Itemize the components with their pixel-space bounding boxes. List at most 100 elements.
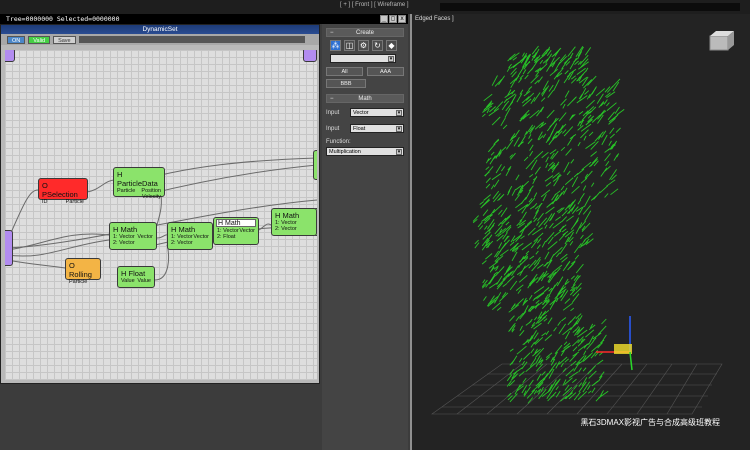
particle-stroke (491, 173, 502, 181)
particle-stroke (575, 222, 583, 234)
category-dropdown[interactable]: ▾ (330, 54, 396, 63)
node-rolling[interactable]: O Rolling Particle (65, 258, 101, 285)
particle-stroke (506, 139, 514, 150)
port-out: Vector (137, 234, 153, 240)
gear-icon[interactable]: ⚙ (358, 40, 369, 51)
wire (6, 259, 66, 269)
particle-stroke (498, 209, 503, 215)
particle-stroke (521, 96, 530, 104)
particle-stroke (503, 98, 508, 104)
node-stub-topright[interactable] (303, 50, 317, 62)
particle-stroke (530, 348, 535, 354)
particle-stroke (601, 130, 607, 138)
particle-stroke (598, 101, 605, 108)
node-graph-canvas[interactable]: O PSelection ID Particle H ParticleData … (5, 50, 317, 380)
function-dropdown[interactable]: Multiplication ▾ (326, 147, 404, 156)
particle-stroke (553, 230, 562, 237)
particle-stroke (571, 293, 580, 303)
particle-stroke (534, 336, 544, 345)
nodes-icon[interactable]: ⁂ (330, 40, 341, 51)
particle-stroke (567, 97, 577, 107)
top-menubar: [ + ] [ Front ] [ Wireframe ] (0, 0, 750, 14)
aaa-button[interactable]: AAA (367, 67, 404, 76)
refresh-icon[interactable]: ↻ (372, 40, 383, 51)
viewport-scene (431, 31, 734, 415)
node-math-2[interactable]: H Math 1: Vector Vector 2: Vector (167, 222, 213, 250)
particle-stroke (587, 385, 591, 390)
node-stub-left[interactable] (5, 230, 13, 266)
particle-stroke (528, 134, 532, 139)
particle-stroke (562, 327, 572, 336)
close-button[interactable]: x (398, 15, 406, 23)
port-particle: Particle (69, 279, 88, 285)
particle-stroke (509, 241, 515, 246)
particle-stroke (570, 275, 575, 280)
particle-stroke (573, 172, 579, 178)
node-particledata[interactable]: H ParticleData Particle Position Velocit… (113, 167, 165, 200)
particle-stroke (522, 211, 527, 219)
particle-stroke (565, 148, 572, 156)
node-math-4[interactable]: H Math 1: Vector 2: Vector (271, 208, 317, 236)
particle-stroke (542, 133, 547, 139)
input1-dropdown[interactable]: Vector ▾ (350, 108, 404, 117)
port-id: ID (42, 199, 48, 205)
particle-stroke (577, 390, 588, 401)
particle-stroke (487, 218, 495, 230)
particle-stroke (609, 127, 615, 134)
save-button[interactable]: Save (53, 35, 76, 44)
particle-stroke (596, 93, 604, 104)
particle-stroke (547, 89, 554, 98)
particle-stroke (546, 63, 552, 72)
particle-stroke (591, 343, 601, 352)
command-panel: − Create ⁂ ◫ ⚙ ↻ ◆ ▾ All AAA BBB − Math … (322, 24, 408, 450)
particle-stroke (587, 114, 592, 119)
wire (154, 244, 169, 281)
particle-stroke (553, 79, 560, 91)
particle-stroke (580, 234, 584, 240)
node-title-edit[interactable]: H Math (216, 219, 256, 227)
node-math-3[interactable]: H Math 1: Vector Vector 2: Float (213, 217, 259, 245)
particle-stroke (483, 194, 491, 201)
particle-stroke (555, 216, 561, 221)
particle-stroke (543, 318, 548, 322)
particle-stroke (603, 99, 608, 105)
particle-stroke (536, 373, 542, 381)
particle-stroke (588, 131, 594, 137)
bbb-button[interactable]: BBB (326, 79, 366, 88)
name-field[interactable] (78, 36, 305, 43)
particle-stroke (500, 117, 506, 127)
create-icon-row: ⁂ ◫ ⚙ ↻ ◆ (322, 37, 408, 54)
maximize-button[interactable]: □ (389, 15, 397, 23)
on-button[interactable]: ON (7, 35, 26, 44)
create-rollout-header[interactable]: − Create (326, 28, 404, 37)
particle-stroke (542, 48, 551, 57)
particle-stroke (610, 140, 618, 150)
particle-stroke (483, 296, 487, 301)
3d-viewport[interactable]: Edged Faces ] 黑石3DMAX影视广告与合成高级班教程 (410, 14, 750, 450)
particle-stroke (582, 110, 589, 117)
particle-stroke (584, 210, 592, 222)
particle-stroke (537, 263, 544, 269)
node-stub-topleft[interactable] (5, 50, 15, 62)
all-button[interactable]: All (326, 67, 363, 76)
minimize-button[interactable]: _ (380, 15, 388, 23)
particle-stroke (506, 67, 511, 72)
math-rollout-header[interactable]: − Math (326, 94, 404, 103)
cube-icon[interactable]: ◆ (386, 40, 397, 51)
valid-button[interactable]: Valid (28, 35, 51, 44)
particle-stroke (582, 185, 587, 191)
particle-stroke (534, 316, 538, 321)
node-stub-right-1[interactable] (313, 150, 317, 180)
particle-stroke (512, 62, 520, 68)
node-float[interactable]: H Float Value Value (117, 266, 155, 288)
node-pselection[interactable]: O PSelection ID Particle (38, 178, 88, 205)
particle-stroke (485, 278, 493, 288)
input2-dropdown[interactable]: Float ▾ (350, 124, 404, 133)
particle-stroke (558, 323, 566, 335)
viewport-label[interactable]: [ + ] [ Front ] [ Wireframe ] (340, 2, 409, 8)
particle-stroke (580, 177, 588, 184)
layout-icon[interactable]: ◫ (344, 40, 355, 51)
particle-stroke (579, 192, 585, 200)
node-math-1[interactable]: H Math 1: Vector Vector 2: Vector (109, 222, 157, 250)
particle-stroke (585, 141, 596, 149)
